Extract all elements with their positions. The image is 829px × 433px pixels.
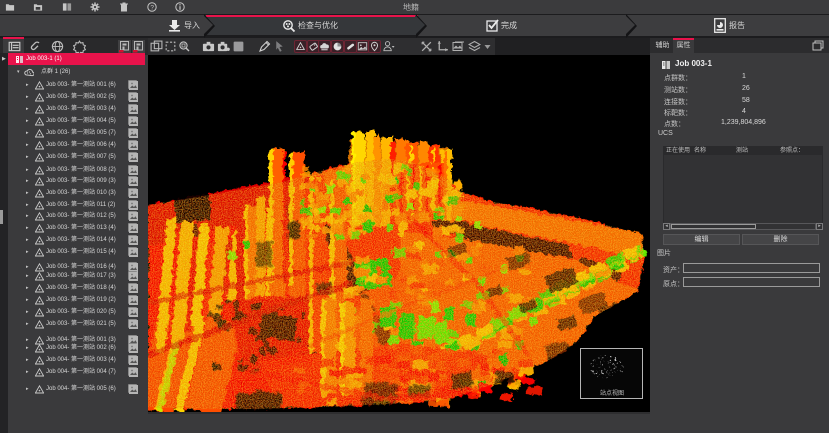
svg-text:?: ? <box>150 4 154 11</box>
svg-text:站点视图: 站点视图 <box>600 389 624 397</box>
